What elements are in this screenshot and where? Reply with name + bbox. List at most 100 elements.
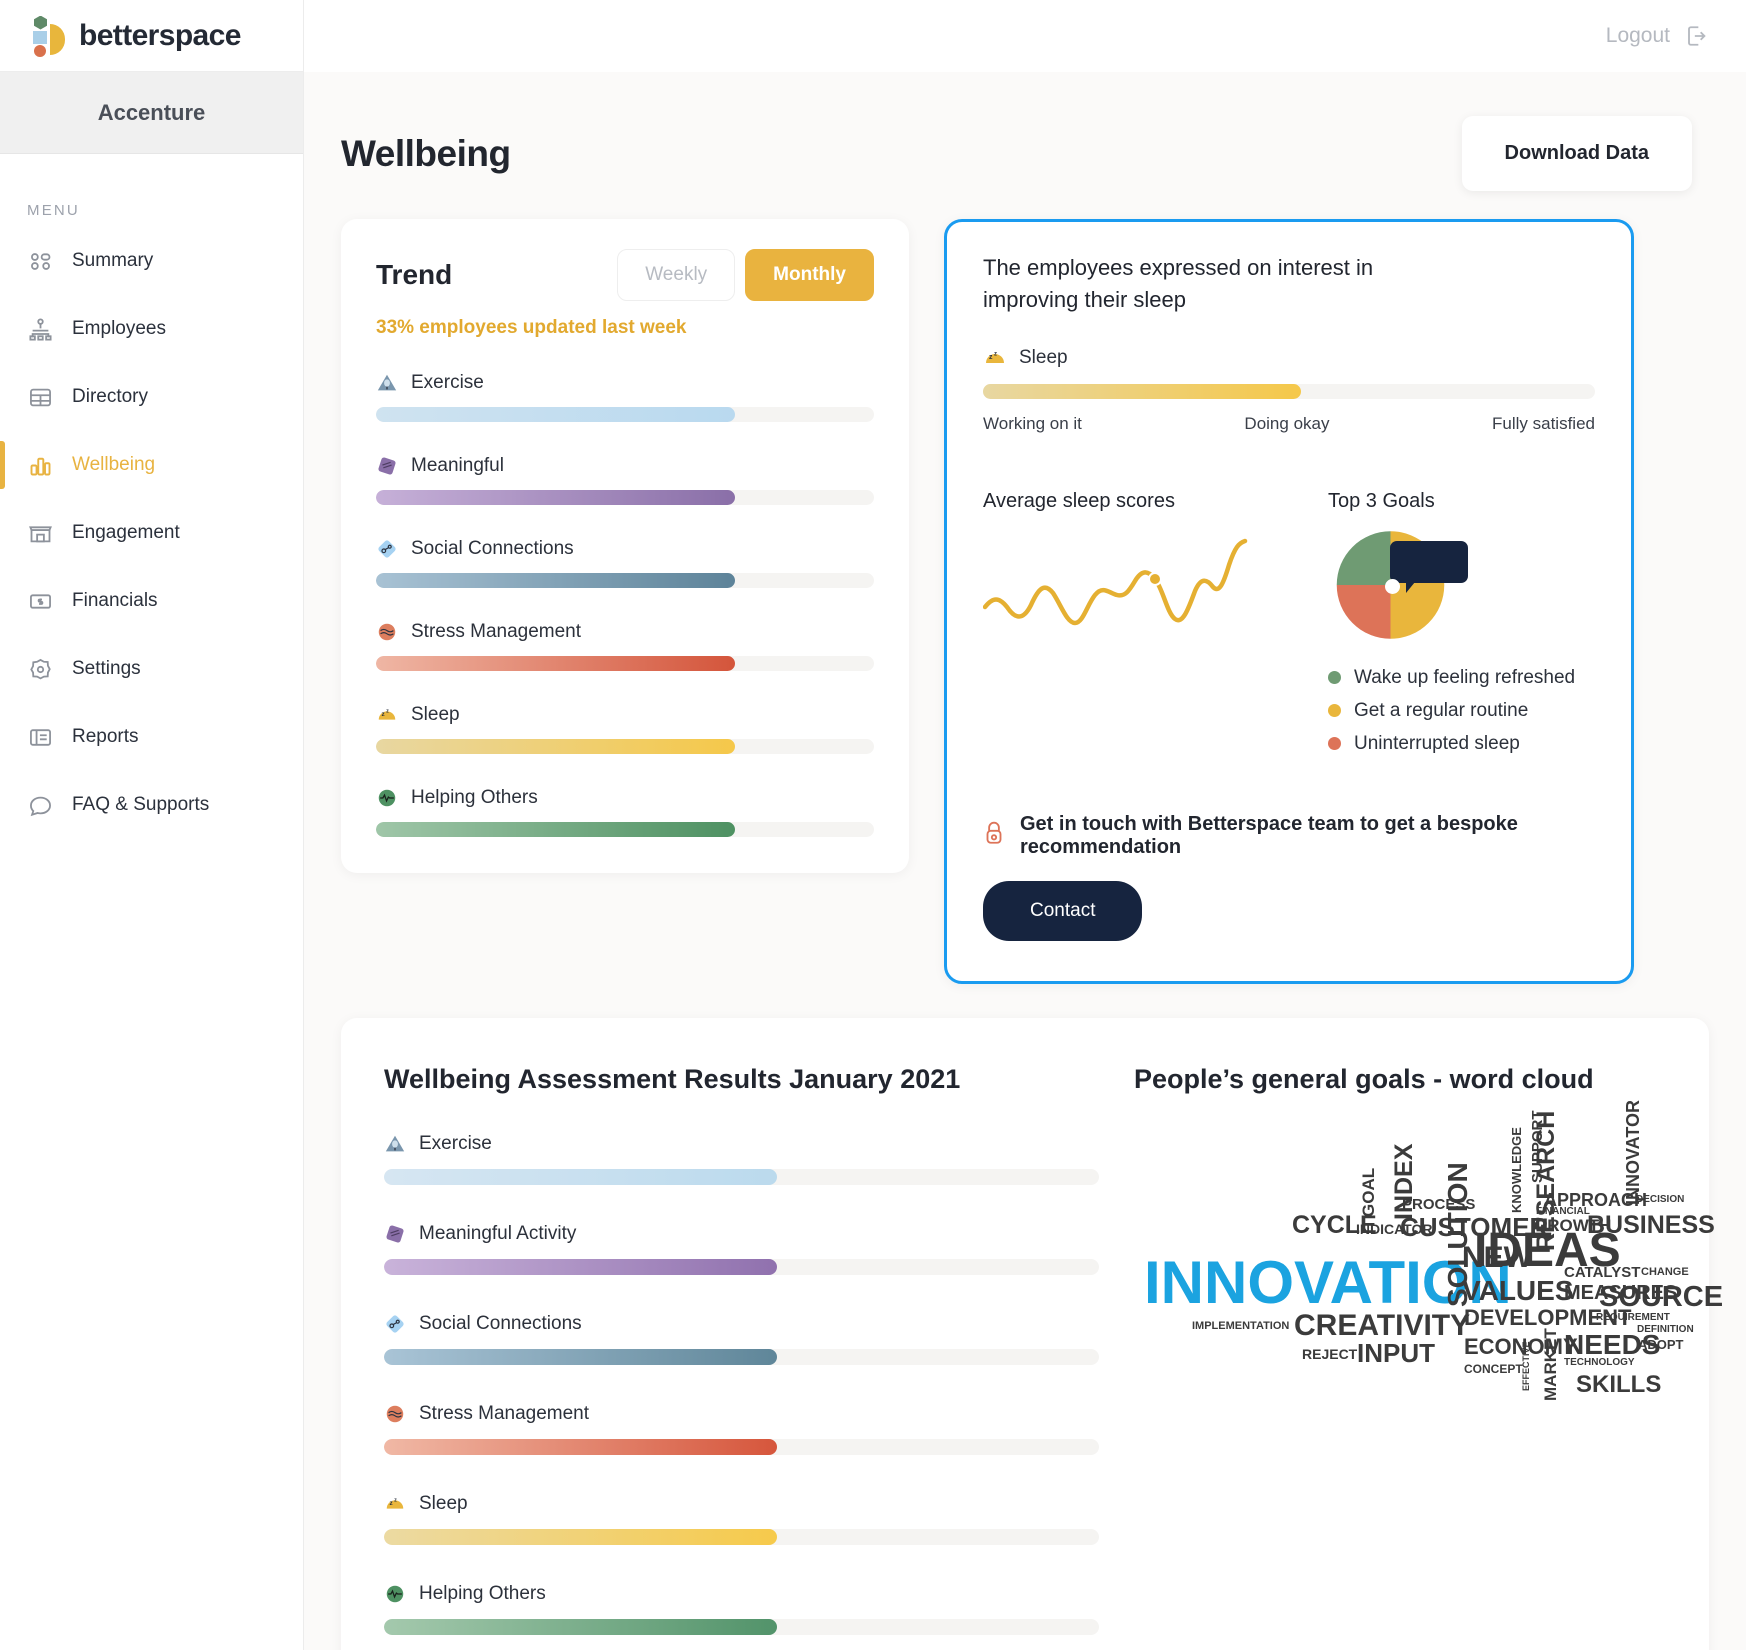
sleep-emoji-icon: zz [983, 346, 1007, 370]
metric-track [384, 1528, 1099, 1545]
word-cloud-word: SOLUTION [1442, 1162, 1473, 1307]
pie-center-dot [1385, 578, 1400, 594]
metric-track [384, 1348, 1099, 1365]
bottom-card: Wellbeing Assessment Results January 202… [341, 1017, 1723, 1650]
metric-track [376, 407, 874, 422]
trend-metric-sleep: z z Sleep [376, 704, 874, 754]
topbar: Logout [304, 0, 1746, 72]
exercise-emoji-icon [376, 372, 398, 394]
svg-text:z: z [386, 709, 389, 715]
assessment-title: Wellbeing Assessment Results January 202… [384, 1063, 961, 1094]
metric-track [384, 1168, 1099, 1185]
word-cloud-word: SUPPORT [1529, 1110, 1546, 1183]
metric-track [376, 573, 874, 588]
legend-label: Wake up feeling refreshed [1354, 666, 1576, 688]
social-emoji-icon [384, 1313, 406, 1335]
report-icon [27, 724, 54, 751]
table-icon [27, 384, 54, 411]
sidebar-item-wellbeing[interactable]: Wellbeing [0, 431, 303, 499]
sleep-sparkline-chart [982, 535, 1328, 650]
sleep-panels: Average sleep scores Top 3 Goals Wake up… [982, 489, 1595, 755]
metric-label: Exercise [419, 1132, 492, 1154]
goals-title: Top 3 Goals [1328, 489, 1435, 512]
metric-label: Helping Others [411, 787, 538, 808]
trend-metric-social-connections: Social Connections [376, 538, 874, 588]
brand-logo[interactable]: betterspace [0, 0, 303, 72]
logout-label[interactable]: Logout [1606, 24, 1670, 48]
sidebar-item-label: FAQ & Supports [72, 794, 210, 815]
trend-range-toggle: Weekly Monthly [617, 249, 874, 301]
sidebar-item-label: Directory [72, 386, 149, 407]
sleep-scale: Working on it Doing okay Fully satisfied [983, 414, 1595, 434]
legend-dot [1328, 737, 1341, 751]
scale-label-mid: Doing okay [1244, 413, 1330, 433]
metric-label: Stress Management [411, 621, 582, 642]
legend-item: Wake up feeling refreshed [1328, 667, 1595, 689]
cta-line: Get in touch with Betterspace team to ge… [983, 813, 1595, 859]
social-emoji-icon [376, 538, 398, 560]
sidebar-item-directory[interactable]: Directory [0, 363, 303, 431]
metric-track [376, 656, 874, 671]
word-cloud-word: CONCEPT [1464, 1361, 1523, 1376]
assessment-metric-meaningful-activity: Meaningful Activity [384, 1223, 1099, 1275]
word-cloud-canvas: INNOVATION IDEAS CYCLE INDICATOR GOAL INDEX PR… [1144, 1100, 1723, 1455]
assessment-metric-exercise: Exercise [384, 1133, 1099, 1185]
legend-item: Get a regular routine [1328, 700, 1595, 722]
sidebar-item-employees[interactable]: Employees [0, 295, 303, 363]
metric-label: Meaningful [411, 455, 504, 476]
trend-header: Trend Weekly Monthly [376, 249, 874, 301]
metric-label: Meaningful Activity [419, 1222, 577, 1244]
sidebar-item-summary[interactable]: Summary [0, 227, 303, 295]
sidebar-item-financials[interactable]: Financials [0, 567, 303, 635]
top-goals-pie-chart [1328, 529, 1468, 641]
sleep-insight-card: The employees expressed on interest in i… [944, 219, 1634, 984]
assessment-panel: Wellbeing Assessment Results January 202… [384, 1064, 1099, 1635]
sidebar-item-label: Employees [72, 318, 166, 339]
page-title: Wellbeing [341, 132, 511, 174]
sleep-metric: zz Sleep Working on it Doing okay Fully … [983, 346, 1595, 434]
sidebar-item-label: Engagement [72, 522, 180, 543]
pie-callout-tooltip [1390, 540, 1468, 593]
word-cloud-word: DEFINITION [1637, 1323, 1694, 1335]
sleep-emoji-icon: zz [376, 704, 398, 726]
assessment-metric-social-connections: Social Connections [384, 1313, 1099, 1365]
sleep-metric-label: Sleep [1019, 346, 1068, 368]
word-cloud-word: CHANGE [1641, 1265, 1689, 1278]
word-cloud-title: People’s general goals - word cloud [1134, 1063, 1594, 1094]
word-cloud-word: ADOPT [1638, 1336, 1684, 1352]
stress-emoji-icon [376, 621, 398, 643]
trend-metric-helping-others: Helping Others [376, 787, 874, 837]
metric-track [384, 1618, 1099, 1635]
word-cloud-word: CATALYST [1564, 1263, 1641, 1281]
sidebar: betterspace Accenture MENU Summary Emplo… [0, 0, 304, 1650]
sleep-goals-panel: Top 3 Goals Wake up feeling refreshed Ge… [1328, 490, 1595, 755]
top-row: Trend Weekly Monthly 33% employees updat… [304, 219, 1746, 984]
metric-label: Helping Others [419, 1582, 546, 1604]
scale-label-high: Fully satisfied [1492, 413, 1595, 433]
sidebar-item-reports[interactable]: Reports [0, 703, 303, 771]
trend-monthly-button[interactable]: Monthly [745, 249, 874, 301]
chat-help-icon [27, 792, 54, 819]
trend-weekly-button[interactable]: Weekly [617, 249, 736, 301]
sleep-emoji-icon: zz [384, 1493, 406, 1515]
logout-icon[interactable] [1682, 22, 1710, 50]
stress-emoji-icon [384, 1403, 406, 1425]
metric-label: Social Connections [411, 538, 574, 559]
sidebar-item-label: Reports [72, 726, 139, 747]
sidebar-item-settings[interactable]: Settings [0, 635, 303, 703]
org-name: Accenture [0, 72, 303, 154]
legend-dot [1328, 671, 1341, 685]
word-cloud-word: IMPLEMENTATION [1192, 1319, 1290, 1332]
meaningful-emoji-icon [384, 1223, 406, 1245]
contact-button[interactable]: Contact [983, 880, 1143, 941]
trend-card: Trend Weekly Monthly 33% employees updat… [341, 219, 909, 873]
download-data-button[interactable]: Download Data [1461, 116, 1692, 191]
metric-label: Stress Management [419, 1402, 590, 1424]
legend-label: Uninterrupted sleep [1354, 732, 1520, 754]
sidebar-item-engagement[interactable]: Engagement [0, 499, 303, 567]
metric-label: Social Connections [419, 1312, 582, 1334]
trend-subtitle: 33% employees updated last week [376, 317, 687, 338]
sidebar-item-faq-supports[interactable]: FAQ & Supports [0, 771, 303, 839]
sparkline-title: Average sleep scores [983, 489, 1175, 512]
svg-text:z: z [994, 351, 997, 357]
